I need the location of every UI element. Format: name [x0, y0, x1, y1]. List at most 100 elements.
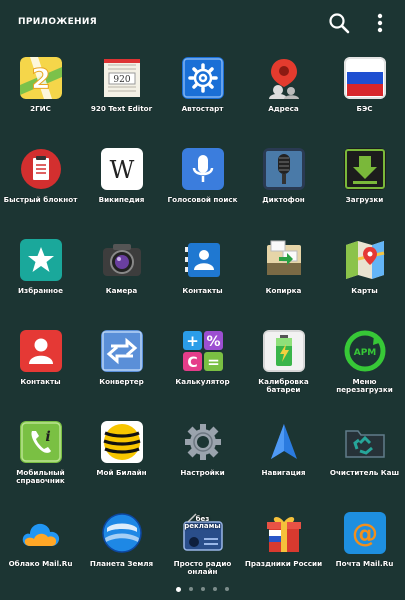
app-label: Голосовой поиск: [167, 196, 238, 204]
app-label: Просто радио онлайн: [173, 560, 232, 576]
contacts-icon: [182, 239, 224, 281]
app-item[interactable]: Карты: [324, 232, 405, 323]
app-label: 2ГИС: [30, 105, 51, 113]
app-label: Настройки: [180, 469, 225, 477]
svg-text:2: 2: [31, 62, 50, 95]
app-item[interactable]: без рекламы Просто радио онлайн: [162, 505, 243, 596]
converter-icon: [100, 330, 143, 372]
app-item[interactable]: Мой Билайн: [81, 414, 162, 505]
notepad-icon: [20, 148, 62, 190]
app-item[interactable]: Планета Земля: [81, 505, 162, 596]
app-grid: 2 2ГИС 920 920 Text Editor Автостарт Адреса БЭ…: [0, 50, 405, 590]
svg-text:%: %: [206, 334, 220, 350]
app-label: Адреса: [268, 105, 299, 113]
app-label: Почта Mail.Ru: [335, 560, 394, 568]
app-label: Контакты: [182, 287, 223, 295]
navigation-icon: [263, 421, 305, 463]
app-item[interactable]: Калибровка батареи: [243, 323, 324, 414]
app-item[interactable]: Адреса: [243, 50, 324, 141]
app-bar: ПРИЛОЖЕНИЯ: [0, 0, 405, 46]
svg-text:+: +: [186, 332, 199, 350]
app-item[interactable]: Загрузки: [324, 141, 405, 232]
mail-icon: @: [343, 512, 386, 554]
app-label: Автостарт: [181, 105, 224, 113]
app-label: Калькулятор: [175, 378, 230, 386]
app-item[interactable]: i Мобильный справочник: [0, 414, 81, 505]
map-pin-icon: [263, 57, 305, 99]
search-icon[interactable]: [328, 12, 350, 34]
2gis-icon: 2: [19, 57, 62, 99]
app-item[interactable]: Конвертер: [81, 323, 162, 414]
person-icon: [19, 330, 62, 372]
app-item[interactable]: Облако Mail.Ru: [0, 505, 81, 596]
app-label: Карты: [351, 287, 378, 295]
maps-icon: [344, 239, 386, 281]
cache-cleaner-icon: [344, 421, 386, 463]
app-item[interactable]: Диктофон: [243, 141, 324, 232]
app-item[interactable]: Праздники России: [243, 505, 324, 596]
app-item[interactable]: Камера: [81, 232, 162, 323]
battery-icon: [262, 330, 305, 372]
page-dot[interactable]: [189, 587, 193, 591]
svg-text:i: i: [45, 429, 50, 445]
russian-flag-icon: [343, 57, 386, 99]
overflow-menu-icon[interactable]: [369, 12, 391, 34]
app-label: Праздники России: [244, 560, 323, 568]
app-item[interactable]: Избранное: [0, 232, 81, 323]
app-item[interactable]: APM Меню перезагрузки: [324, 323, 405, 414]
app-item[interactable]: Навигация: [243, 414, 324, 505]
app-label: Быстрый блокнот: [3, 196, 78, 204]
app-label: Мобильный справочник: [16, 469, 65, 485]
app-item[interactable]: Автостарт: [162, 50, 243, 141]
app-label: Навигация: [261, 469, 306, 477]
app-item[interactable]: Голосовой поиск: [162, 141, 243, 232]
reboot-icon: APM: [344, 330, 386, 372]
microphone-icon: [181, 148, 224, 190]
page-title: ПРИЛОЖЕНИЯ: [18, 17, 97, 27]
app-label: Мой Билайн: [96, 469, 147, 477]
app-item[interactable]: 920 920 Text Editor: [81, 50, 162, 141]
svg-text:@: @: [352, 519, 378, 549]
app-label: Диктофон: [262, 196, 305, 204]
app-label: Меню перезагрузки: [336, 378, 393, 394]
app-item[interactable]: Контакты: [0, 323, 81, 414]
svg-text:W: W: [109, 156, 134, 184]
page-dot[interactable]: [176, 586, 181, 592]
app-label: Википедия: [98, 196, 145, 204]
camera-icon: [101, 239, 143, 281]
app-item[interactable]: 2 2ГИС: [0, 50, 81, 141]
app-item[interactable]: Копирка: [243, 232, 324, 323]
settings-icon: [182, 421, 224, 463]
dictaphone-icon: [262, 148, 305, 190]
app-label: Камера: [105, 287, 138, 295]
app-label: Облако Mail.Ru: [8, 560, 73, 568]
svg-text:APM: APM: [353, 348, 376, 358]
app-item[interactable]: Контакты: [162, 232, 243, 323]
app-item[interactable]: W Википедия: [81, 141, 162, 232]
app-item[interactable]: +% C = Калькулятор: [162, 323, 243, 414]
app-label: Конвертер: [99, 378, 144, 386]
beeline-icon: [100, 421, 143, 463]
app-label: Очиститель Каш: [329, 469, 400, 477]
app-label: БЭС: [356, 105, 373, 113]
radio-icon: без рекламы: [182, 512, 224, 554]
svg-text:920: 920: [113, 75, 130, 85]
page-dot[interactable]: [201, 587, 205, 591]
wikipedia-icon: W: [100, 148, 143, 190]
app-item[interactable]: Очиститель Каш: [324, 414, 405, 505]
app-item[interactable]: Настройки: [162, 414, 243, 505]
app-label: Контакты: [20, 378, 61, 386]
page-dot[interactable]: [213, 587, 217, 591]
page-dot[interactable]: [225, 587, 229, 591]
page-indicator: [0, 586, 405, 597]
app-label: 920 Text Editor: [90, 105, 153, 113]
app-item[interactable]: @ Почта Mail.Ru: [324, 505, 405, 596]
star-icon: [19, 239, 62, 281]
app-label: Копирка: [265, 287, 302, 295]
calculator-icon: +% C =: [182, 330, 224, 372]
earth-icon: [101, 512, 143, 554]
download-icon: [343, 148, 386, 190]
app-label: Планета Земля: [89, 560, 154, 568]
app-item[interactable]: БЭС: [324, 50, 405, 141]
app-item[interactable]: Быстрый блокнот: [0, 141, 81, 232]
